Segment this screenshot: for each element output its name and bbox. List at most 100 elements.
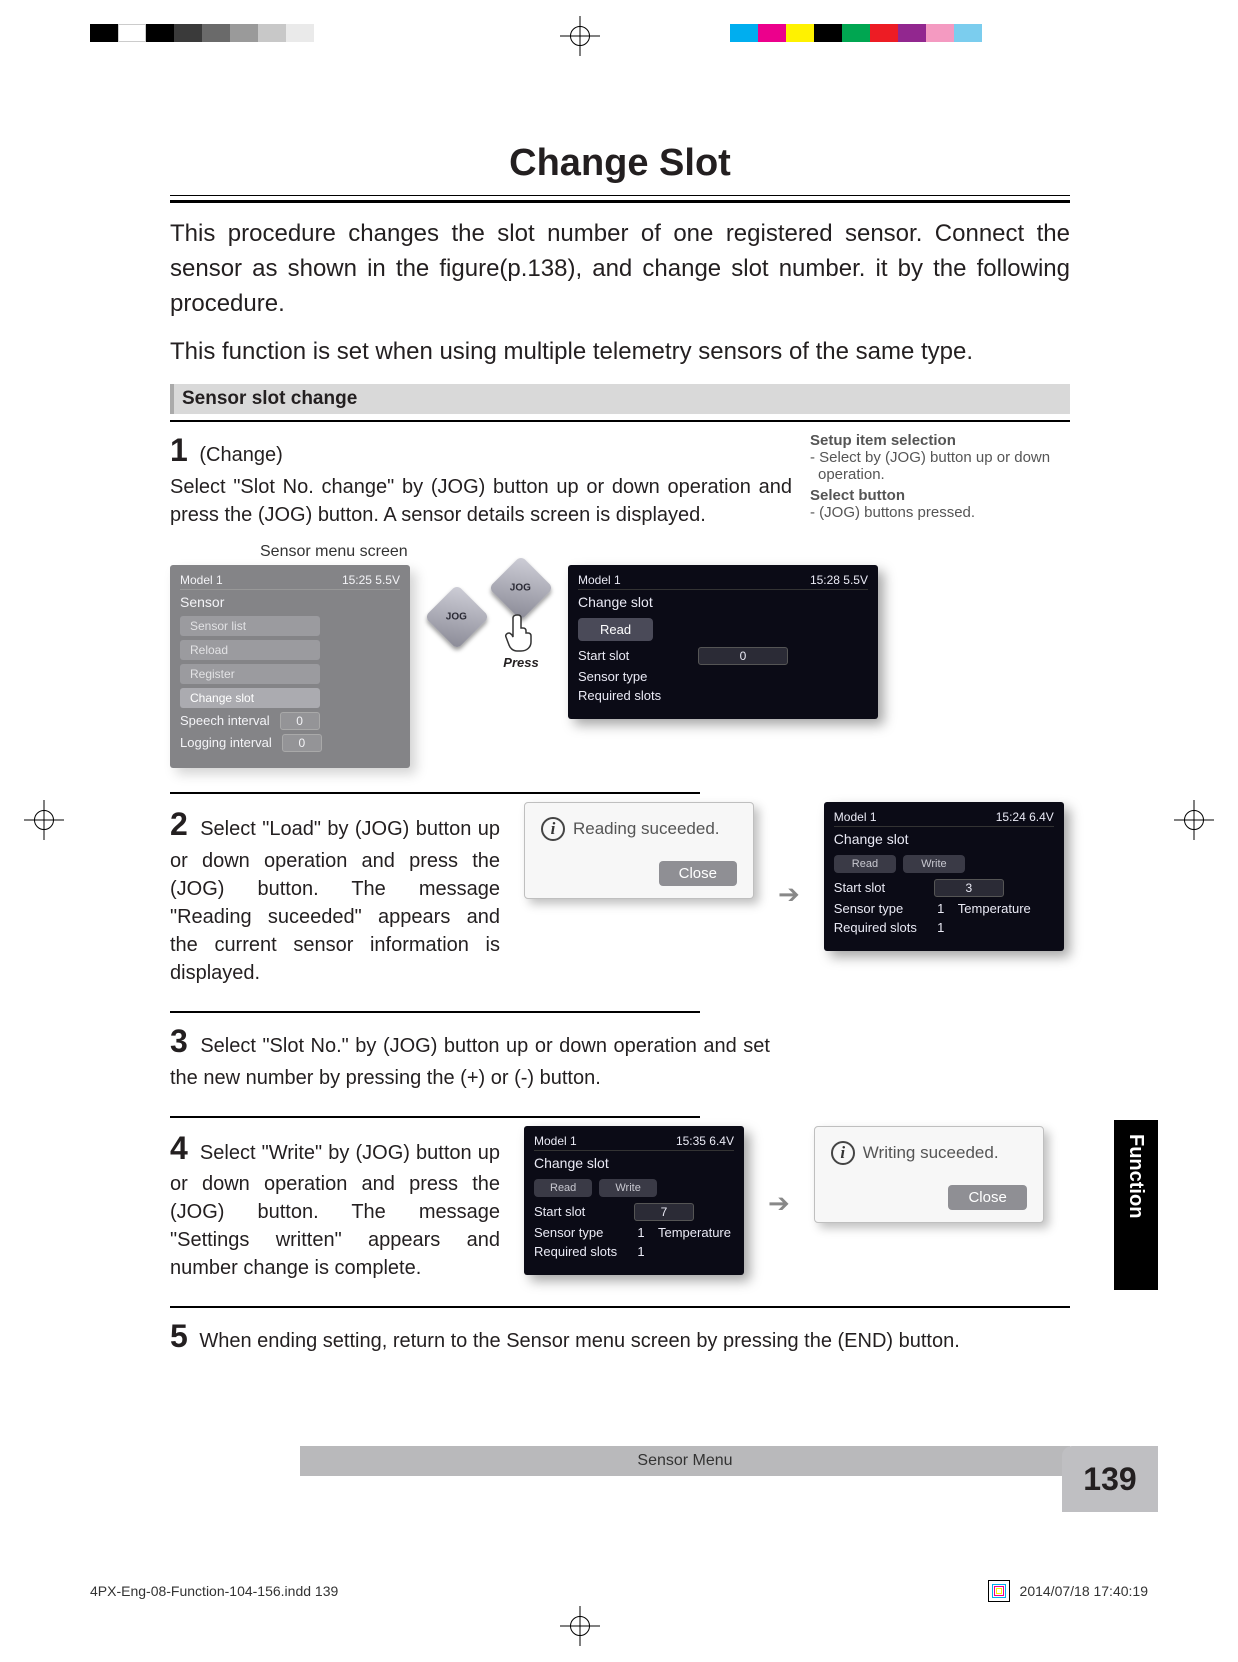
step-1-label: (Change): [199, 444, 282, 466]
lcd4-heading: Change slot: [534, 1155, 734, 1171]
lcd1-item-speech: Speech interval: [180, 713, 270, 728]
step-5-text: 5 When ending setting, return to the Sen…: [170, 1314, 1070, 1359]
lcd2-sensor-type-label: Sensor type: [578, 669, 647, 684]
dialog-reading-message: Reading suceeded.: [573, 819, 720, 839]
lcd-change-slot-initial: Model 115:28 5.5V Change slot Read Start…: [568, 565, 878, 719]
arrow-right-icon: ➔: [778, 879, 800, 910]
step-2-rule: [170, 792, 700, 794]
lcd1-item-sensor-list: Sensor list: [180, 616, 320, 636]
page-title: Change Slot: [170, 142, 1070, 185]
lcd4-start-slot-label: Start slot: [534, 1204, 624, 1219]
lcd4-start-slot-value: 7: [634, 1203, 694, 1221]
lcd3-start-slot-value: 3: [934, 879, 1004, 897]
lcd3-heading: Change slot: [834, 831, 1054, 847]
press-label: Press: [503, 655, 538, 670]
lcd1-logging-val: 0: [282, 734, 322, 752]
dialog-writing-message: Writing suceeded.: [863, 1143, 999, 1163]
note-value-1: - Select by (JOG) button up or down oper…: [818, 449, 1070, 483]
lcd2-model: Model 1: [578, 573, 621, 587]
step-3-text: 3 Select "Slot No." by (JOG) button up o…: [170, 1019, 770, 1092]
step-4-rule: [170, 1116, 700, 1118]
fig1-caption: Sensor menu screen: [260, 543, 1070, 561]
lcd3-time: 15:24 6.4V: [996, 810, 1054, 824]
info-icon: i: [541, 817, 565, 841]
lcd3-write-button: Write: [903, 855, 964, 873]
imprint-footer: 4PX-Eng-08-Function-104-156.indd 139 201…: [90, 1580, 1148, 1602]
dialog-close-button-2[interactable]: Close: [948, 1185, 1026, 1210]
step-3-body: Select "Slot No." by (JOG) button up or …: [170, 1035, 770, 1089]
lcd3-read-button: Read: [834, 855, 896, 873]
jog-label-2: JOG: [510, 582, 531, 593]
lcd4-time: 15:35 6.4V: [676, 1134, 734, 1148]
footer-bar: Sensor Menu: [300, 1446, 1070, 1476]
lcd-after-read: Model 115:24 6.4V Change slot Read Write…: [824, 802, 1064, 951]
registration-mark-top: [560, 16, 600, 56]
dialog-writing-succeeded: i Writing suceeded. Close: [814, 1126, 1044, 1223]
lcd3-required-slots-value: 1: [934, 920, 948, 935]
lcd3-start-slot-label: Start slot: [834, 880, 924, 895]
step-1-number: 1: [170, 428, 188, 473]
lcd4-required-slots-label: Required slots: [534, 1244, 624, 1259]
lcd3-required-slots-label: Required slots: [834, 920, 924, 935]
lcd4-sensor-type-label: Sensor type: [534, 1225, 624, 1240]
registration-mark-left: [24, 800, 64, 840]
dialog-close-button[interactable]: Close: [659, 861, 737, 886]
section-heading: Sensor slot change: [170, 384, 1070, 414]
lcd2-time: 15:28 5.5V: [810, 573, 868, 587]
lcd1-speech-val: 0: [280, 712, 320, 730]
footer-label: Sensor Menu: [300, 1446, 1070, 1476]
step-1-body: Select "Slot No. change" by (JOG) button…: [170, 476, 792, 526]
lcd2-heading: Change slot: [578, 594, 868, 610]
lcd4-read-button: Read: [534, 1179, 592, 1197]
lcd-sensor-menu-faded: Model 1 15:25 5.5V Sensor Sensor list Rel…: [170, 565, 410, 768]
lcd2-required-slots-label: Required slots: [578, 688, 661, 703]
lcd3-sensor-type-idx: 1: [934, 901, 948, 916]
printer-colorbar-right: [730, 24, 982, 42]
indd-reference: 4PX-Eng-08-Function-104-156.indd 139: [90, 1583, 338, 1599]
lcd4-required-slots-value: 1: [634, 1244, 648, 1259]
registration-mark-bottom: [560, 1606, 600, 1646]
step-3-rule: [170, 1011, 700, 1013]
step-2-row: 2 Select "Load" by (JOG) button up or do…: [170, 802, 1070, 987]
printer-colorbar-left: [90, 24, 314, 42]
step-2-body: Select "Load" by (JOG) button up or down…: [170, 818, 500, 984]
jog-left-right-icon: JOG: [434, 594, 480, 640]
step-2-text: 2 Select "Load" by (JOG) button up or do…: [170, 802, 500, 987]
lcd1-item-register: Register: [180, 664, 320, 684]
lcd1-item-reload: Reload: [180, 640, 320, 660]
step-3-number: 3: [170, 1019, 188, 1064]
side-tab-label: Function: [1114, 1120, 1157, 1232]
lcd3-sensor-type-value: Temperature: [958, 901, 1031, 916]
step-5-rule: [170, 1306, 1070, 1308]
info-icon-2: i: [831, 1141, 855, 1165]
lcd2-start-slot-value: 0: [698, 647, 788, 665]
dialog-reading-succeeded: i Reading suceeded. Close: [524, 802, 754, 899]
title-rule: [170, 195, 1070, 203]
lcd1-item-logging: Logging interval: [180, 735, 272, 750]
side-notes: Setup item selection - Select by (JOG) b…: [810, 428, 1070, 529]
page-number-tab: 139: [1062, 1446, 1158, 1512]
registration-mark-right: [1174, 800, 1214, 840]
intro-paragraph-1: This procedure changes the slot number o…: [170, 217, 1070, 321]
fig1-row: Model 1 15:25 5.5V Sensor Sensor list Rel…: [170, 565, 1070, 768]
lcd1-item-change-slot: Change slot: [180, 688, 320, 708]
lcd4-sensor-type-value: Temperature: [658, 1225, 731, 1240]
hand-pointer-icon: [503, 613, 539, 653]
step-5-body: When ending setting, return to the Senso…: [199, 1330, 959, 1352]
jog-press-icon: JOG Press: [498, 565, 544, 670]
intro-paragraph-2: This function is set when using multiple…: [170, 335, 1070, 370]
step-4-number: 4: [170, 1126, 188, 1171]
lcd1-heading: Sensor: [180, 594, 400, 610]
note-heading-1: Setup item selection: [810, 432, 1070, 449]
indd-date: 2014/07/18 17:40:19: [1020, 1583, 1148, 1599]
step-1-row: 1 (Change) Select "Slot No. change" by (…: [170, 420, 1070, 529]
note-heading-2: Select button: [810, 487, 1070, 504]
step-4-body: Select "Write" by (JOG) button up or dow…: [170, 1142, 500, 1280]
lcd3-sensor-type-label: Sensor type: [834, 901, 924, 916]
lcd1-time: 15:25 5.5V: [342, 573, 400, 587]
color-registration-icon: [988, 1580, 1010, 1602]
lcd4-model: Model 1: [534, 1134, 577, 1148]
jog-label-1: JOG: [446, 612, 467, 623]
lcd2-start-slot-label: Start slot: [578, 648, 688, 663]
lcd1-model: Model 1: [180, 573, 223, 587]
